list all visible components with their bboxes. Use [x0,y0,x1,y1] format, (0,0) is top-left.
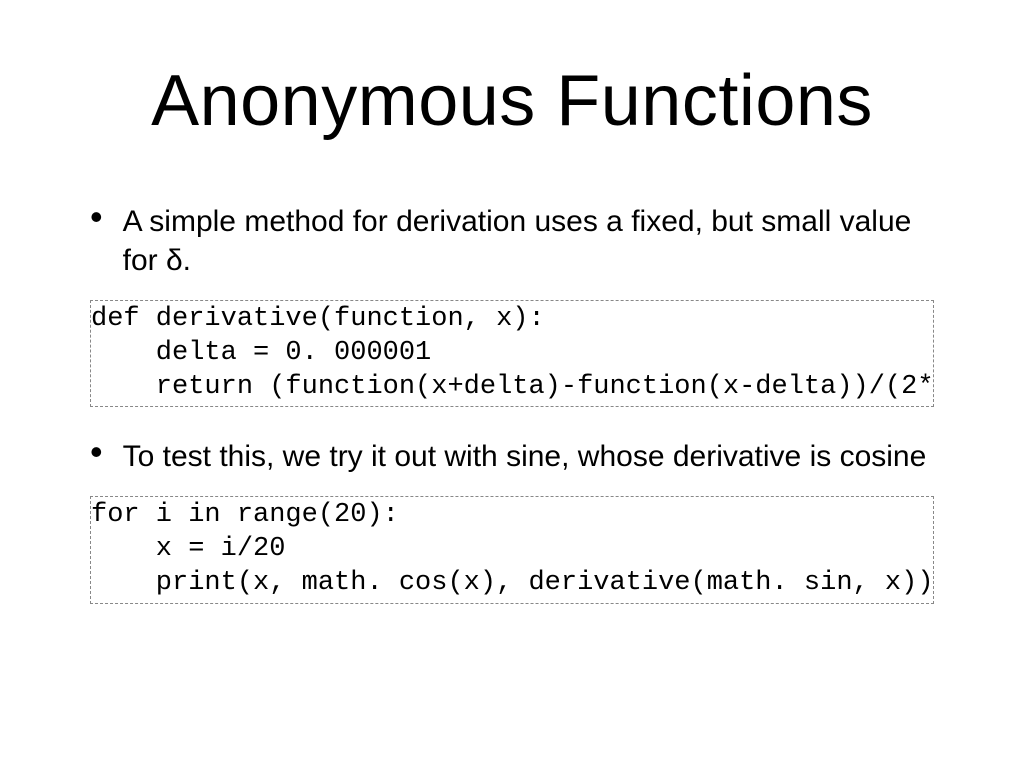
bullet-icon: • [90,208,103,226]
slide-title: Anonymous Functions [60,60,964,142]
slide: Anonymous Functions • A simple method fo… [0,0,1024,768]
bullet-text: A simple method for derivation uses a fi… [123,202,934,280]
bullet-text: To test this, we try it out with sine, w… [123,437,927,476]
code-block: def derivative(function, x): delta = 0. … [90,300,934,407]
bullet-item: • To test this, we try it out with sine,… [90,437,934,476]
code-block: for i in range(20): x = i/20 print(x, ma… [90,496,934,603]
bullet-icon: • [90,443,103,461]
bullet-item: • A simple method for derivation uses a … [90,202,934,280]
